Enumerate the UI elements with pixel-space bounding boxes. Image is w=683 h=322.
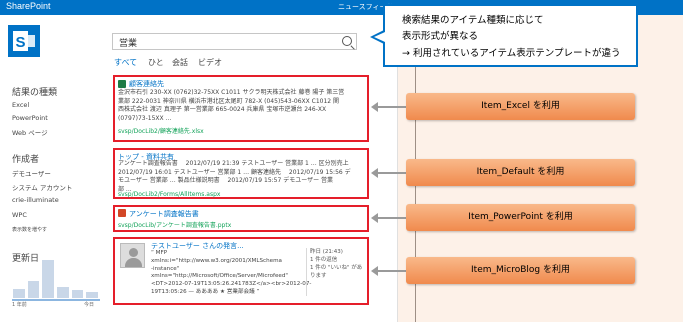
histogram-bar[interactable] xyxy=(13,288,25,298)
result-summary: アンケート調査報告書 2012/07/19 21:39 テストユーザー 営業部 … xyxy=(118,160,351,193)
histogram-bar[interactable] xyxy=(57,286,69,298)
histogram-bar[interactable] xyxy=(71,290,84,298)
callout-powerpoint: Item_PowerPoint を利用 xyxy=(406,204,635,231)
histogram-bar[interactable] xyxy=(86,292,98,298)
result-title[interactable]: アンケート調査報告書 xyxy=(129,209,199,219)
callout-default: Item_Default を利用 xyxy=(406,159,635,186)
show-more-link[interactable]: 表示数を増やす xyxy=(12,226,47,233)
callout-excel: Item_Excel を利用 xyxy=(406,93,635,120)
svg-text:S: S xyxy=(15,34,25,51)
histogram-start-label: 1 年前 xyxy=(12,302,27,308)
explanation-note: 検索結果のアイテム種類に応じて 表示形式が異なる → 利用されているアイテム表示… xyxy=(383,4,638,67)
tab-conversations[interactable]: 会話 xyxy=(172,57,188,68)
histogram-end-label: 今日 xyxy=(84,302,95,308)
excel-icon xyxy=(118,80,126,88)
histogram-bar[interactable] xyxy=(42,260,54,298)
powerpoint-icon xyxy=(118,209,126,217)
refiner-item-author[interactable]: crie-illuminate xyxy=(12,196,59,204)
avatar[interactable] xyxy=(120,243,145,268)
refiner-item-author[interactable]: WPC xyxy=(12,211,27,219)
refiner-title-result-type: 結果の種類 xyxy=(12,88,58,98)
refiner-item-author[interactable]: システム アカウント xyxy=(12,182,72,192)
search-input[interactable]: 営業 xyxy=(119,36,137,49)
refiner-item-powerpoint[interactable]: PowerPoint xyxy=(12,114,48,122)
note-tail-inner xyxy=(374,32,385,42)
result-path[interactable]: svsp/DocLib2/顧客連絡先.xlsx xyxy=(118,126,204,135)
callout-microblog: Item_MicroBlog を利用 xyxy=(406,257,635,284)
search-icon[interactable] xyxy=(342,36,352,46)
arrow-icon xyxy=(371,102,406,112)
refiner-title-author: 作成者 xyxy=(12,155,40,165)
tab-people[interactable]: ひと xyxy=(148,57,164,68)
divider xyxy=(306,248,307,296)
modified-histogram[interactable] xyxy=(12,260,100,298)
arrow-icon xyxy=(371,213,406,223)
microblog-meta: 昨日 (21:43) 1 件の返信 1 件の "いいね" があ ります xyxy=(310,249,363,279)
tab-videos[interactable]: ビデオ xyxy=(198,57,222,68)
result-title[interactable]: 顧客連絡先 xyxy=(129,79,164,89)
arrow-icon xyxy=(371,266,406,276)
result-path[interactable]: svsp/DocLib/アンケート調査報告書.pptx xyxy=(118,220,231,229)
refiner-item-author[interactable]: デモユーザー xyxy=(12,168,51,178)
tab-all[interactable]: すべて xyxy=(114,57,137,68)
result-summary: “ MFP xmlns:i="http://www.w3.org/2001/XM… xyxy=(151,250,312,295)
refiner-item-excel[interactable]: Excel xyxy=(12,101,29,109)
refiner-item-webpage[interactable]: Web ページ xyxy=(12,127,48,137)
search-box[interactable]: 営業 xyxy=(112,33,357,50)
suite-brand[interactable]: SharePoint xyxy=(6,1,51,11)
histogram-bar[interactable] xyxy=(27,280,40,298)
result-summary: 金沢市石引 230-XX (0762)32-75XX C1011 サクラ明天株式… xyxy=(118,89,345,122)
sharepoint-logo-icon: S xyxy=(8,25,40,57)
result-path[interactable]: svsp/DocLib2/Forms/AllItems.aspx xyxy=(118,191,220,198)
arrow-icon xyxy=(371,168,406,178)
